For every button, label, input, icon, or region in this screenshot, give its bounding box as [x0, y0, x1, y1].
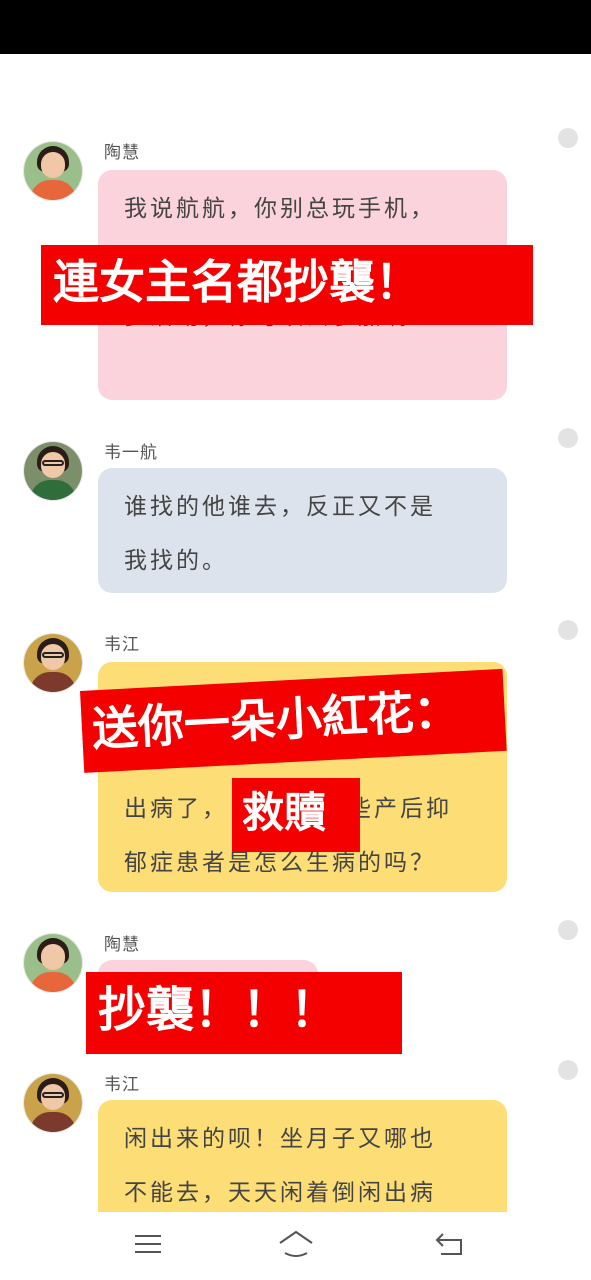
menu-icon — [135, 1235, 161, 1253]
status-dot — [558, 428, 578, 448]
avatar-weijiang[interactable] — [24, 634, 82, 692]
overlay-banner: 連女主名都抄襲！ — [41, 245, 533, 325]
message-line: 闲出来的呗！坐月子又哪也 — [124, 1126, 436, 1152]
status-dot — [558, 1060, 578, 1080]
back-icon — [435, 1233, 462, 1255]
avatar-weijiang[interactable] — [24, 1074, 82, 1132]
sender-name: 陶慧 — [104, 935, 140, 955]
sender-name: 韦一航 — [104, 443, 158, 463]
message-line: 我找的。 — [124, 548, 228, 574]
overlay-banner: 抄襲！！！ — [86, 972, 402, 1054]
message-fragment: 些产后抑 — [348, 796, 452, 822]
navigation-bar — [0, 1212, 591, 1280]
status-dot — [558, 620, 578, 640]
message-bubble[interactable]: 闲出来的呗！坐月子又哪也 不能去，天天闲着倒闲出病 — [98, 1100, 507, 1212]
sender-name: 韦江 — [104, 635, 140, 655]
home-button[interactable] — [276, 1226, 316, 1262]
home-icon — [279, 1230, 313, 1257]
avatar-taohui[interactable] — [24, 142, 82, 200]
status-dot — [558, 920, 578, 940]
message-line: 我说航航，你别总玩手机， — [124, 196, 436, 222]
back-button[interactable] — [430, 1226, 470, 1262]
sender-name: 韦江 — [104, 1075, 140, 1095]
message-line: 谁找的他谁去，反正又不是 — [124, 494, 436, 520]
avatar-weiyihang[interactable] — [24, 442, 82, 500]
overlay-banner: 救贖 — [232, 778, 360, 852]
message-bubble[interactable]: 谁找的他谁去，反正又不是 我找的。 — [98, 468, 507, 593]
message-fragment: 出病了， — [124, 796, 228, 822]
message-line: 不能去，天天闲着倒闲出病 — [124, 1180, 436, 1206]
sender-name: 陶慧 — [104, 143, 140, 163]
menu-button[interactable] — [128, 1226, 168, 1262]
status-bar — [0, 0, 591, 54]
status-dot — [558, 128, 578, 148]
avatar-taohui[interactable] — [24, 934, 82, 992]
